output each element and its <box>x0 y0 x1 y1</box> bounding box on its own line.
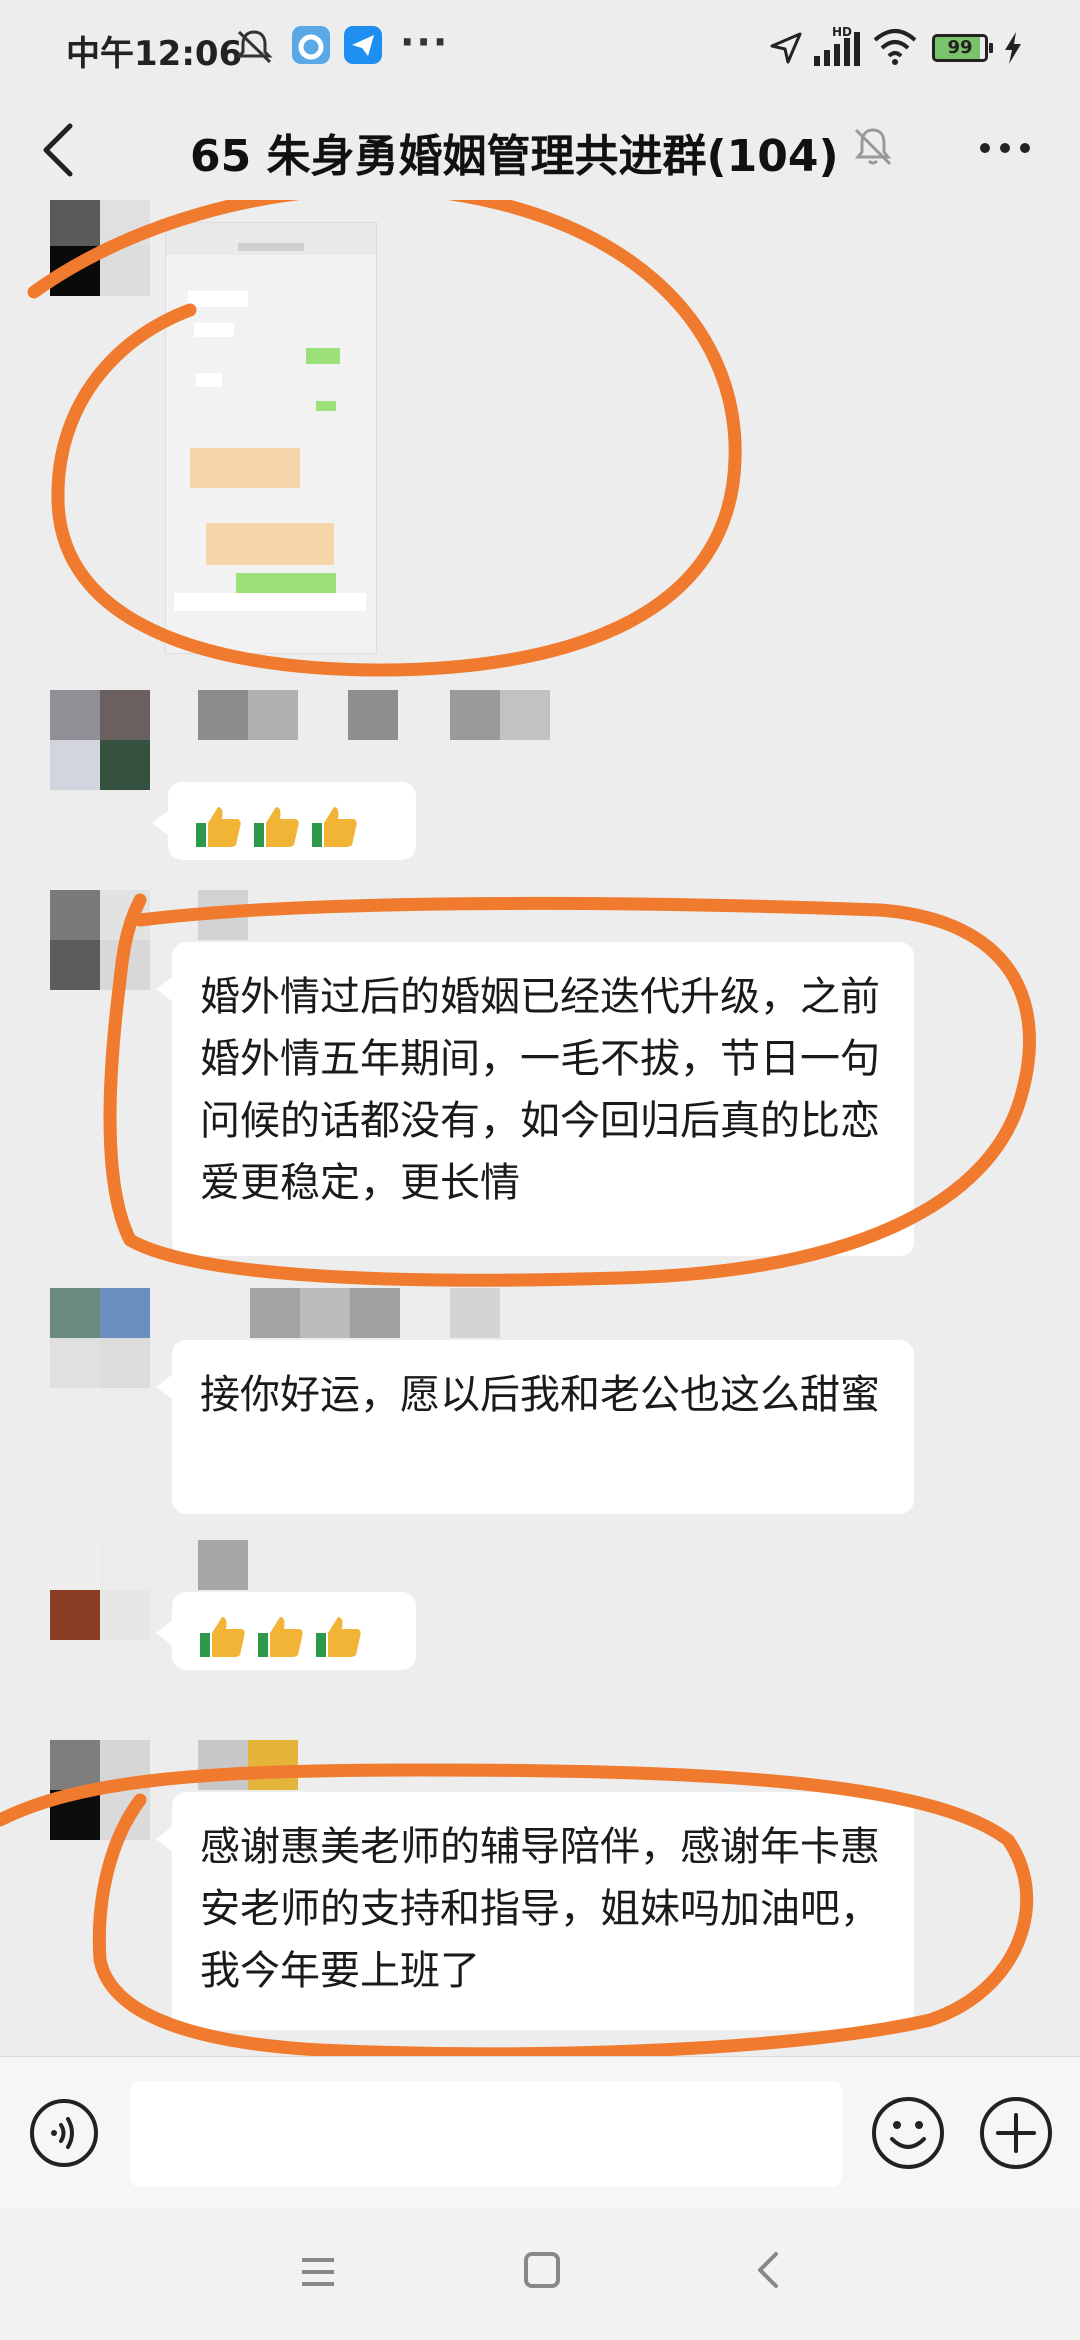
thumbs-up-icon <box>258 1617 303 1657</box>
mute-icon <box>235 30 273 64</box>
sender-name <box>250 1288 560 1338</box>
battery-indicator: 99 <box>932 34 993 62</box>
voice-icon[interactable] <box>28 2097 100 2169</box>
message-bubble-emoji[interactable] <box>152 782 416 860</box>
status-bar: 中午12:06 ··· HD 99 <box>0 0 1080 100</box>
bell-off-icon <box>854 128 892 166</box>
app-notification-icon-2 <box>344 26 382 64</box>
back-icon[interactable] <box>748 2248 792 2292</box>
app-notification-icon <box>292 26 330 64</box>
sender-name <box>198 1740 308 1790</box>
message-bubble-emoji[interactable] <box>156 1592 416 1670</box>
emoji-icon[interactable] <box>870 2095 946 2171</box>
back-arrow-icon[interactable] <box>30 118 90 182</box>
signal-icon: HD <box>814 25 860 66</box>
message-input[interactable] <box>130 2081 842 2187</box>
charging-icon <box>1005 32 1021 64</box>
message-bubble-text[interactable]: 婚外情过后的婚姻已经迭代升级，之前婚外情五年期间，一毛不拔，节日一句问候的话都没… <box>156 942 914 1256</box>
avatar[interactable] <box>50 1740 150 1840</box>
status-more: ··· <box>400 20 450 64</box>
message-bubble-text[interactable]: 感谢惠美老师的辅导陪伴，感谢年卡惠安老师的支持和指导，姐妹吗加油吧，我今年要上班… <box>156 1792 914 2030</box>
avatar[interactable] <box>50 690 150 790</box>
plus-icon[interactable] <box>978 2095 1054 2171</box>
svg-text:HD: HD <box>832 25 852 39</box>
message-input-bar <box>0 2056 1080 2209</box>
menu-icon[interactable] <box>296 2250 340 2294</box>
home-icon[interactable] <box>520 2248 564 2292</box>
more-options-button[interactable] <box>972 116 1038 176</box>
chat-title: 65 朱身勇婚姻管理共进群(104) <box>190 131 839 182</box>
chat-title-bar: 65 朱身勇婚姻管理共进群(104) <box>0 100 1080 200</box>
thumbs-up-icon <box>200 1617 245 1657</box>
thumbs-up-icon <box>254 807 299 847</box>
thumbs-up-icon <box>312 807 357 847</box>
chat-message-list[interactable]: 婚外情过后的婚姻已经迭代升级，之前婚外情五年期间，一毛不拔，节日一句问候的话都没… <box>0 200 1080 2056</box>
thumbs-up-icon <box>196 807 241 847</box>
sender-name <box>198 1540 258 1590</box>
sender-name <box>198 890 298 940</box>
avatar[interactable] <box>50 1540 150 1640</box>
screenshot-thumbnail <box>166 223 376 653</box>
avatar[interactable] <box>50 890 150 990</box>
thumbs-up-icon <box>316 1617 361 1657</box>
location-icon <box>770 32 802 64</box>
message-bubble-text[interactable]: 接你好运，愿以后我和老公也这么甜蜜 <box>156 1340 914 1514</box>
status-time: 中午12:06 <box>66 34 243 74</box>
more-dots-icon <box>980 143 1030 153</box>
avatar[interactable] <box>50 1288 150 1388</box>
shared-screenshot-image[interactable] <box>165 222 377 654</box>
wifi-icon <box>873 29 917 65</box>
sender-name-2 <box>450 690 560 740</box>
system-navigation-bar <box>0 2208 1080 2340</box>
avatar[interactable] <box>50 200 150 296</box>
